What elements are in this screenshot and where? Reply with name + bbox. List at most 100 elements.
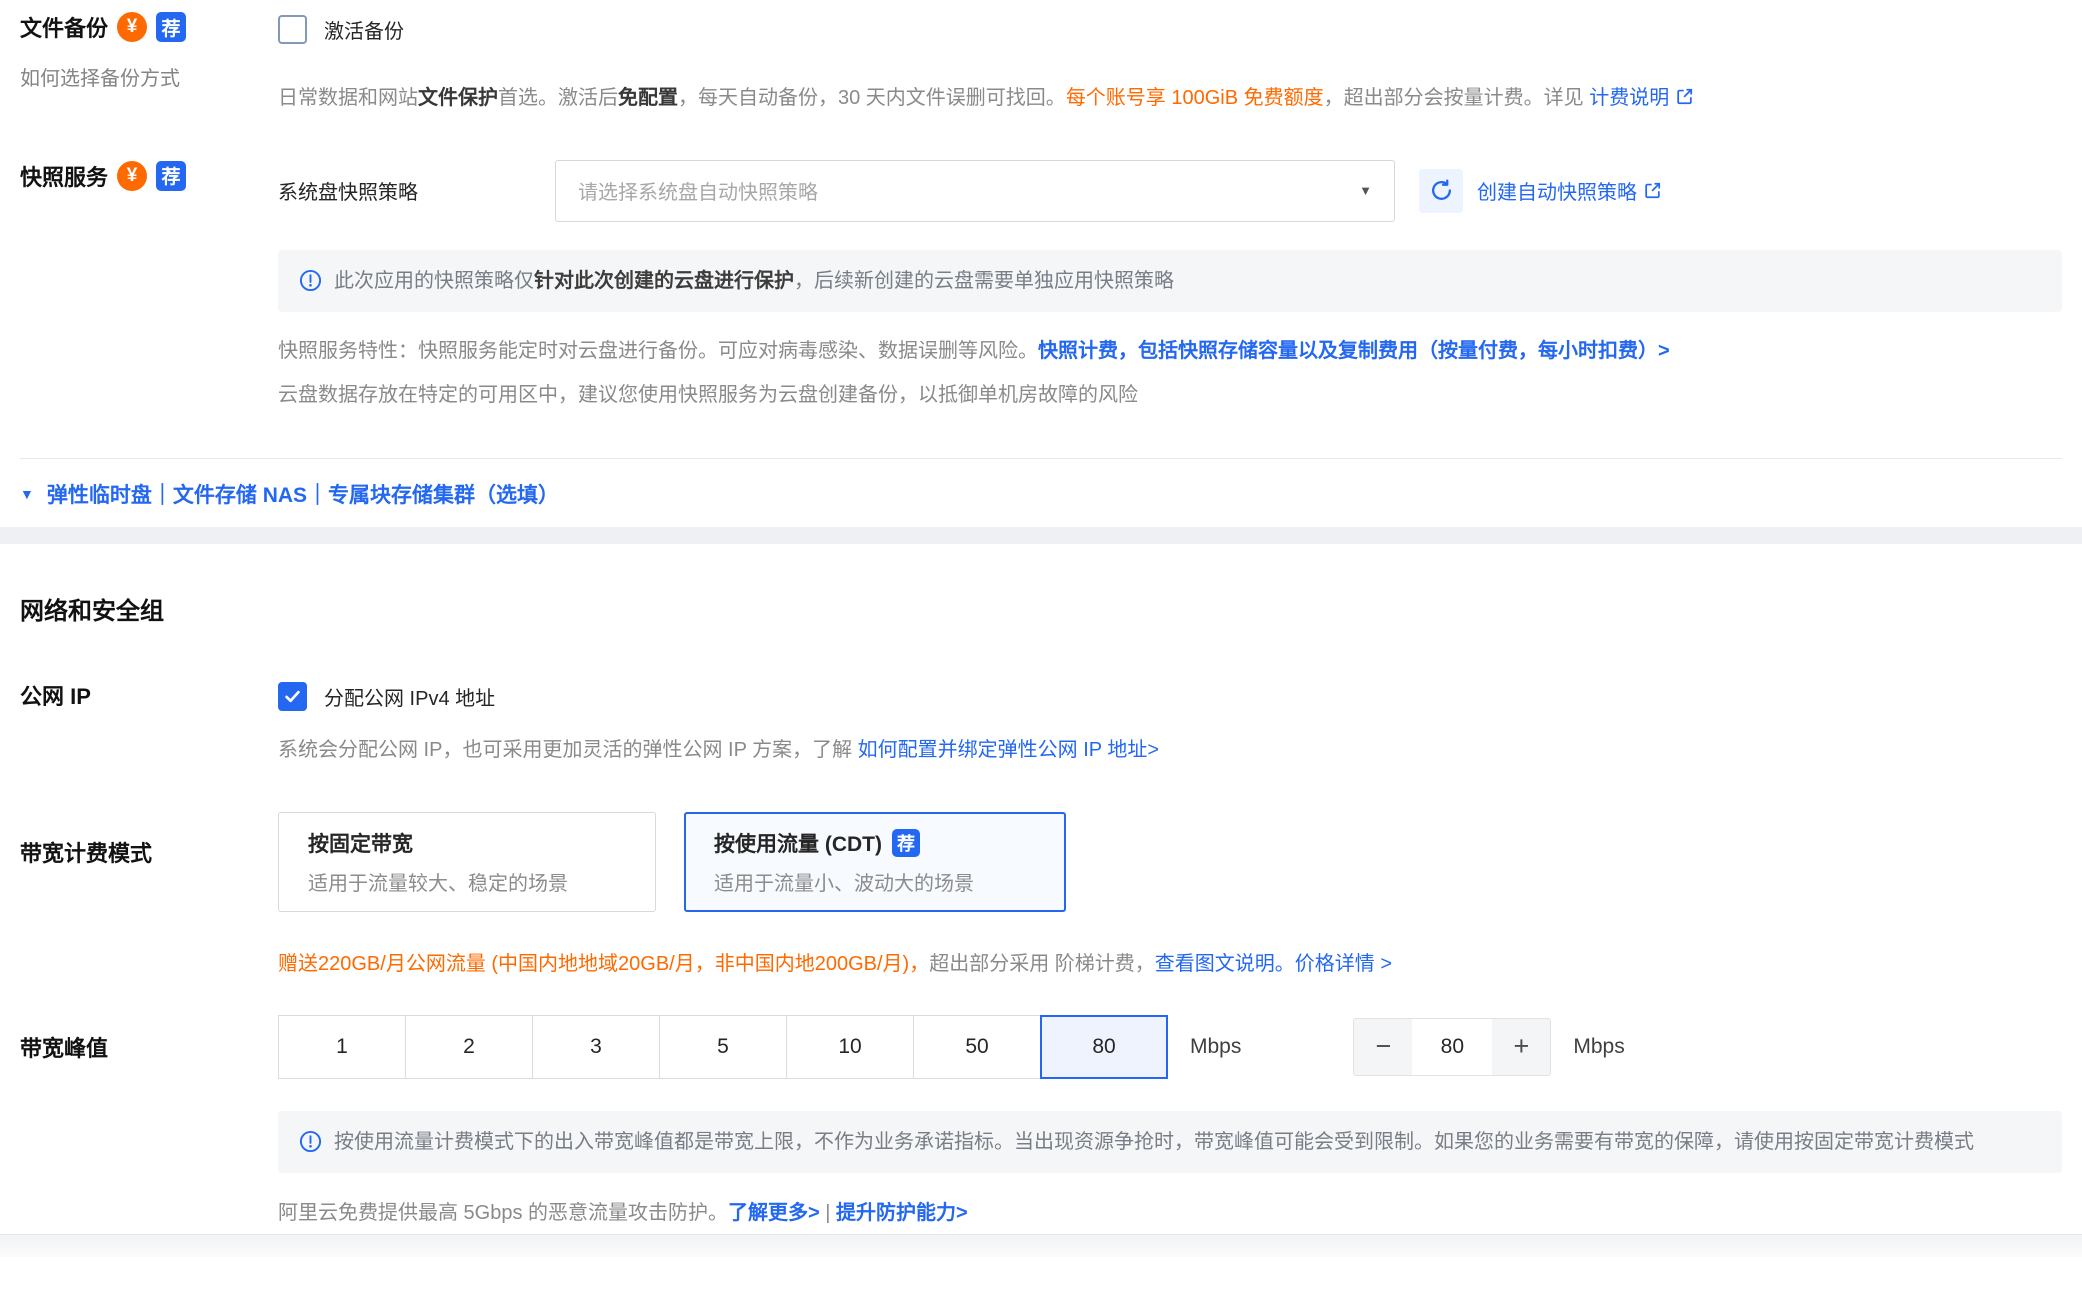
desc-text: 日常数据和网站	[278, 87, 418, 109]
promo-gray-text: 超出部分采用 阶梯计费，	[929, 953, 1155, 975]
billing-doc-link[interactable]: 计费说明	[1589, 87, 1694, 109]
desc-text: ，每天自动备份，30 天内文件误删可找回。	[678, 87, 1066, 109]
activate-backup-checkbox[interactable]: 激活备份	[278, 11, 404, 47]
snapshot-row: 快照服务 ¥ 荐 系统盘快照策略 请选择系统盘自动快照策略 ▼ 创建自动快照策略	[0, 160, 2082, 410]
bandwidth-option-50[interactable]: 50	[913, 1015, 1041, 1079]
snapshot-billing-link[interactable]: 快照计费，包括快照存储容量以及复制费用（按量付费，每小时扣费）>	[1038, 340, 1670, 362]
ecs-config-page: 文件备份 ¥ 荐 如何选择备份方式 激活备份 日常数据和网站文件保护首选。激活后…	[0, 11, 2082, 1257]
snapshot-alert-text: 此次应用的快照策略仅针对此次创建的云盘进行保护，后续新创建的云盘需要单独应用快照…	[334, 266, 1174, 296]
alert-text: ，后续新创建的云盘需要单独应用快照策略	[794, 270, 1174, 292]
external-link-icon	[1675, 87, 1694, 106]
bandwidth-peak-alert-text: 按使用流量计费模式下的出入带宽峰值都是带宽上限，不作为业务承诺指标。当出现资源争…	[334, 1127, 1974, 1157]
bandwidth-option-2[interactable]: 2	[405, 1015, 533, 1079]
bottom-section-edge	[0, 1234, 2082, 1257]
ddos-protection-line: 阿里云免费提供最高 5Gbps 的恶意流量攻击防护。了解更多> | 提升防护能力…	[278, 1196, 2062, 1225]
bandwidth-option-80-selected[interactable]: 80	[1040, 1015, 1168, 1079]
file-backup-content: 激活备份 日常数据和网站文件保护首选。激活后免配置，每天自动备份，30 天内文件…	[278, 11, 2062, 113]
assign-ipv4-label: 分配公网 IPv4 地址	[324, 682, 495, 711]
desc-text: 首选。激活后	[498, 87, 618, 109]
refresh-icon	[1429, 178, 1454, 203]
bandwidth-mode-content: 按固定带宽 适用于流量较大、稳定的场景 按使用流量 (CDT) 荐 适用于流量小…	[278, 812, 2062, 979]
paid-badge-icon: ¥	[117, 12, 147, 42]
optional-storage-label: 弹性临时盘｜文件存储 NAS｜专属块存储集群（选填）	[47, 479, 559, 509]
recommend-badge: 荐	[892, 829, 920, 857]
snapshot-zone-line: 云盘数据存放在特定的可用区中，建议您使用快照服务为云盘创建备份，以抵御单机房故障…	[278, 380, 2062, 410]
billing-doc-link-text: 计费说明	[1589, 87, 1669, 109]
free-quota-highlight: 每个账号享 100GiB 免费额度	[1066, 87, 1324, 109]
file-backup-row: 文件备份 ¥ 荐 如何选择备份方式 激活备份 日常数据和网站文件保护首选。激活后…	[0, 11, 2082, 113]
snapshot-policy-select[interactable]: 请选择系统盘自动快照策略 ▼	[555, 160, 1395, 222]
snapshot-title: 快照服务	[20, 160, 108, 192]
stepper-increase-button[interactable]: +	[1492, 1019, 1550, 1075]
desc-bold: 免配置	[618, 87, 678, 109]
checkbox-unchecked-icon	[278, 15, 307, 44]
assign-ipv4-checkbox[interactable]: 分配公网 IPv4 地址	[278, 679, 495, 715]
desc-bold: 文件保护	[418, 87, 498, 109]
bandwidth-mode-label-col: 带宽计费模式	[20, 812, 278, 979]
promo-orange-text: 赠送220GB/月公网流量 (中国内地地域20GB/月，非中国内地200GB/月…	[278, 953, 929, 975]
learn-more-link[interactable]: 了解更多>	[728, 1202, 820, 1224]
bandwidth-peak-content: 1 2 3 5 10 50 80 Mbps − 80 + Mbps 按	[278, 1015, 2062, 1225]
bandwidth-stepper: − 80 +	[1353, 1018, 1551, 1076]
create-snapshot-policy-link[interactable]: 创建自动快照策略	[1477, 176, 1662, 205]
alert-text: 此次应用的快照策略仅	[334, 270, 534, 292]
mode-card-fixed-subtitle: 适用于流量较大、稳定的场景	[308, 867, 626, 896]
price-detail-link[interactable]: 价格详情 >	[1295, 953, 1392, 975]
bandwidth-option-5[interactable]: 5	[659, 1015, 787, 1079]
bandwidth-option-10[interactable]: 10	[786, 1015, 914, 1079]
improve-protection-link[interactable]: 提升防护能力>	[836, 1202, 968, 1224]
backup-help-link[interactable]: 如何选择备份方式	[20, 62, 278, 91]
public-ip-label-col: 公网 IP	[20, 679, 278, 765]
bandwidth-mode-cards: 按固定带宽 适用于流量较大、稳定的场景 按使用流量 (CDT) 荐 适用于流量小…	[278, 812, 2062, 912]
stepper-decrease-button[interactable]: −	[1354, 1019, 1412, 1075]
eip-doc-link[interactable]: 如何配置并绑定弹性公网 IP 地址>	[858, 739, 1159, 761]
mode-card-fixed-bandwidth[interactable]: 按固定带宽 适用于流量较大、稳定的场景	[278, 812, 656, 912]
snapshot-alert: 此次应用的快照策略仅针对此次创建的云盘进行保护，后续新创建的云盘需要单独应用快照…	[278, 250, 2062, 312]
network-section-heading: 网络和安全组	[20, 591, 2082, 626]
info-icon	[299, 1130, 322, 1153]
section-divider	[20, 458, 2062, 459]
info-icon	[299, 269, 322, 292]
bandwidth-mode-row: 带宽计费模式 按固定带宽 适用于流量较大、稳定的场景 按使用流量 (CDT) 荐…	[0, 812, 2082, 979]
check-icon	[283, 687, 302, 706]
bandwidth-options: 1 2 3 5 10 50 80	[278, 1015, 1168, 1079]
stepper-value-input[interactable]: 80	[1412, 1019, 1492, 1075]
activate-backup-label: 激活备份	[324, 15, 404, 44]
bandwidth-option-1[interactable]: 1	[278, 1015, 406, 1079]
mode-card-fixed-title-text: 按固定带宽	[308, 828, 413, 858]
bandwidth-option-3[interactable]: 3	[532, 1015, 660, 1079]
public-ip-row: 公网 IP 分配公网 IPv4 地址 系统会分配公网 IP，也可采用更加灵活的弹…	[0, 679, 2082, 765]
recommend-badge: 荐	[156, 12, 186, 42]
external-link-icon	[1643, 181, 1662, 200]
public-ip-description: 系统会分配公网 IP，也可采用更加灵活的弹性公网 IP 方案，了解 如何配置并绑…	[278, 735, 2062, 765]
checkbox-checked-icon	[278, 682, 307, 711]
traffic-promo-line: 赠送220GB/月公网流量 (中国内地地域20GB/月，非中国内地200GB/月…	[278, 949, 2062, 979]
chevron-down-icon: ▼	[1359, 183, 1372, 198]
bandwidth-peak-alert: 按使用流量计费模式下的出入带宽峰值都是带宽上限，不作为业务承诺指标。当出现资源争…	[278, 1111, 2062, 1173]
mode-card-traffic-subtitle: 适用于流量小、波动大的场景	[714, 867, 1036, 896]
snapshot-policy-row: 系统盘快照策略 请选择系统盘自动快照策略 ▼ 创建自动快照策略	[278, 160, 2062, 222]
bandwidth-peak-selector-row: 1 2 3 5 10 50 80 Mbps − 80 + Mbps	[278, 1015, 2062, 1079]
snapshot-feature-text: 快照服务特性：快照服务能定时对云盘进行备份。可应对病毒感染、数据误删等风险。	[278, 340, 1038, 362]
snapshot-title-group: 快照服务 ¥ 荐	[20, 160, 278, 192]
bandwidth-peak-label-col: 带宽峰值	[20, 1015, 278, 1225]
plus-icon: +	[1513, 1031, 1529, 1062]
alert-bold: 针对此次创建的云盘进行保护	[534, 270, 794, 292]
create-snapshot-policy-text: 创建自动快照策略	[1477, 176, 1637, 205]
bandwidth-peak-row: 带宽峰值 1 2 3 5 10 50 80 Mbps − 80 +	[0, 1015, 2082, 1225]
mode-card-traffic-title-text: 按使用流量 (CDT)	[714, 828, 882, 858]
paid-badge-icon: ¥	[117, 161, 147, 191]
mode-card-fixed-title: 按固定带宽	[308, 828, 626, 858]
mode-card-traffic-cdt[interactable]: 按使用流量 (CDT) 荐 适用于流量小、波动大的场景	[684, 812, 1066, 912]
refresh-button[interactable]	[1419, 169, 1463, 213]
tiered-pricing-doc-link[interactable]: 查看图文说明。	[1155, 953, 1295, 975]
caret-down-icon: ▼	[20, 486, 34, 502]
snapshot-feature-line: 快照服务特性：快照服务能定时对云盘进行备份。可应对病毒感染、数据误删等风险。快照…	[278, 336, 2062, 366]
snapshot-policy-placeholder: 请选择系统盘自动快照策略	[578, 176, 818, 205]
optional-storage-collapse[interactable]: ▼ 弹性临时盘｜文件存储 NAS｜专属块存储集群（选填）	[0, 476, 2082, 513]
file-backup-title-group: 文件备份 ¥ 荐	[20, 11, 278, 43]
minus-icon: −	[1375, 1031, 1391, 1062]
desc-text: ，超出部分会按量计费。详见	[1324, 87, 1590, 109]
ddos-text: 阿里云免费提供最高 5Gbps 的恶意流量攻击防护。	[278, 1202, 728, 1224]
bandwidth-mode-label: 带宽计费模式	[20, 841, 152, 866]
